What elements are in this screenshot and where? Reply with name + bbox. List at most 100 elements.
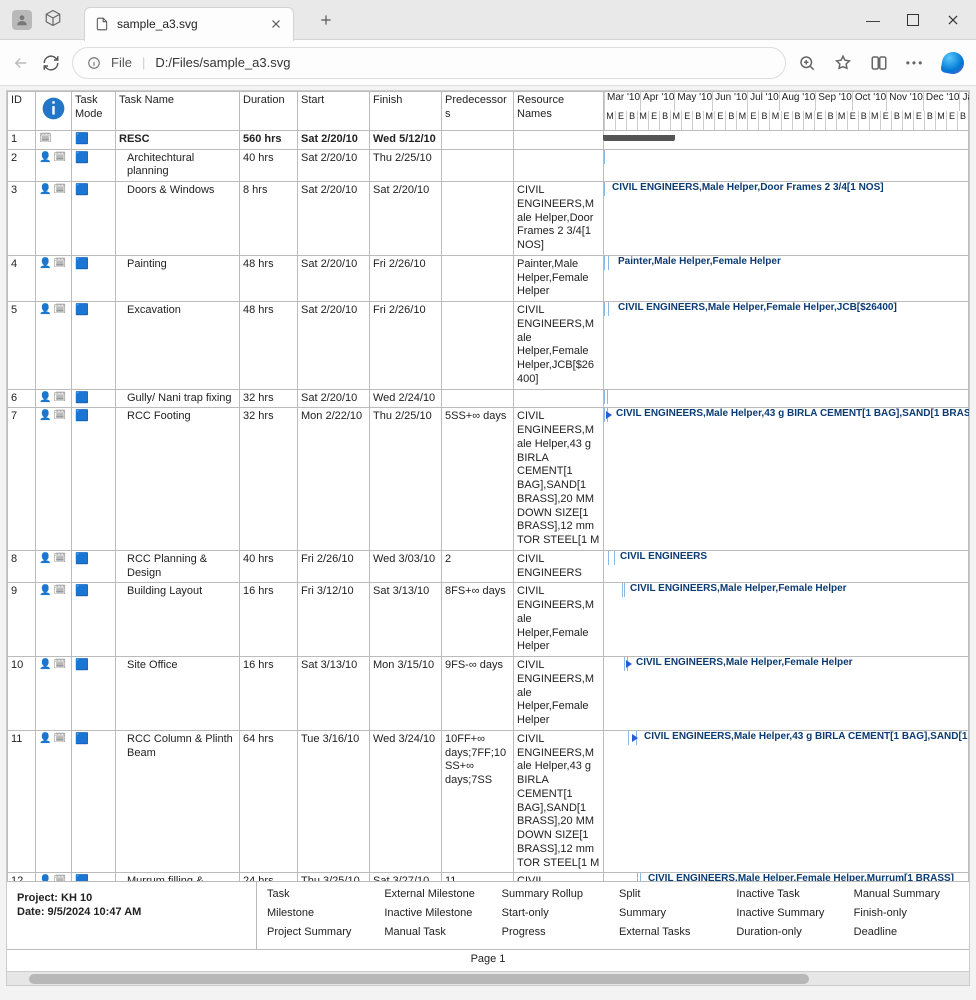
tab-close-icon[interactable] (269, 17, 283, 31)
timeline-subunit: E (747, 111, 758, 130)
table-row[interactable]: 5👤🗓🟦Excavation48 hrsSat 2/20/10Fri 2/26/… (8, 302, 969, 390)
page-number: Page 1 (7, 949, 969, 971)
cell-mode: 🟦 (72, 130, 116, 149)
table-row[interactable]: 12👤🗓🟦Murrum filling & Ramming24 hrsThu 3… (8, 873, 969, 881)
timeline-subunit: B (924, 111, 935, 130)
document-viewport: ID Task Mode Task Name Duration Start Fi… (6, 90, 970, 986)
cell-duration: 32 hrs (240, 408, 298, 551)
cell-gantt: CIVIL ENGINEERS,Male Helper,Female Helpe… (604, 873, 969, 881)
legend-item: Deadline (854, 926, 959, 943)
table-row[interactable]: 9👤🗓🟦Building Layout16 hrsFri 3/12/10Sat … (8, 583, 969, 657)
cell-start: Fri 2/26/10 (298, 550, 370, 583)
file-icon (95, 17, 109, 31)
window-close-button[interactable] (946, 13, 960, 27)
person-icon: 👤 (39, 553, 51, 566)
timeline-month: Oct '10 (852, 92, 886, 111)
table-row[interactable]: 8👤🗓🟦RCC Planning & Design40 hrsFri 2/26/… (8, 550, 969, 583)
table-row[interactable]: 7👤🗓🟦RCC Footing32 hrsMon 2/22/10Thu 2/25… (8, 408, 969, 551)
col-header-name[interactable]: Task Name (116, 92, 240, 131)
table-row[interactable]: 3👤🗓🟦Doors & Windows8 hrsSat 2/20/10Sat 2… (8, 182, 969, 256)
new-tab-button[interactable] (312, 6, 340, 34)
table-row[interactable]: 4👤🗓🟦Painting48 hrsSat 2/20/10Fri 2/26/10… (8, 255, 969, 301)
col-header-finish[interactable]: Finish (370, 92, 442, 131)
cell-finish: Fri 2/26/10 (370, 255, 442, 301)
timeline-subunit: B (659, 111, 670, 130)
legend-item: Manual Task (384, 926, 489, 943)
cell-id: 12 (8, 873, 36, 881)
col-header-indicators[interactable] (36, 92, 72, 131)
address-bar[interactable]: File | D:/Files/sample_a3.svg (72, 47, 786, 79)
table-row[interactable]: 11👤🗓🟦RCC Column & Plinth Beam64 hrsTue 3… (8, 730, 969, 873)
timeline-subunit: E (814, 111, 825, 130)
col-header-id[interactable]: ID (8, 92, 36, 131)
cell-finish: Wed 5/12/10 (370, 130, 442, 149)
timeline-month: Mar '10 (604, 92, 640, 111)
task-mode-icon: 🟦 (75, 733, 89, 745)
table-row[interactable]: 2👤🗓🟦Architechtural planning40 hrsSat 2/2… (8, 149, 969, 182)
cell-name: Building Layout (116, 583, 240, 657)
table-row[interactable]: 10👤🗓🟦Site Office16 hrsSat 3/13/10Mon 3/1… (8, 657, 969, 731)
zoom-icon[interactable] (798, 54, 816, 72)
gantt-line (614, 551, 615, 565)
gantt-line (622, 583, 623, 597)
legend-item: Inactive Task (736, 888, 841, 905)
window-minimize-button[interactable] (866, 13, 880, 27)
task-mode-icon: 🟦 (75, 304, 89, 316)
profile-icon[interactable] (12, 10, 32, 30)
table-row[interactable]: 6👤🗓🟦Gully/ Nani trap fixing32 hrsSat 2/2… (8, 389, 969, 408)
cell-indicator: 👤🗓 (36, 550, 72, 583)
favorite-icon[interactable] (834, 54, 852, 72)
timeline-subunit: M (935, 111, 946, 130)
table-row[interactable]: 1🗓🟦RESC560 hrsSat 2/20/10Wed 5/12/10 (8, 130, 969, 149)
window-maximize-button[interactable] (906, 13, 920, 27)
horizontal-scrollbar[interactable] (7, 971, 969, 985)
gantt-line (604, 302, 605, 316)
workspaces-icon[interactable] (44, 9, 62, 30)
gantt-label: CIVIL ENGINEERS,Male Helper,Female Helpe… (630, 583, 847, 596)
gantt-label: CIVIL ENGINEERS,Male Helper,43 g BIRLA C… (616, 408, 969, 421)
col-header-duration[interactable]: Duration (240, 92, 298, 131)
cell-finish: Fri 2/26/10 (370, 302, 442, 390)
timeline-subunit: E (913, 111, 924, 130)
scrollbar-thumb[interactable] (29, 974, 809, 984)
split-screen-icon[interactable] (870, 54, 888, 72)
col-header-pred[interactable]: Predecessors (442, 92, 514, 131)
cell-finish: Mon 3/15/10 (370, 657, 442, 731)
cell-resources: CIVIL ENGINEERS,Male Helper,43 g BIRLA C… (514, 408, 604, 551)
col-header-timeline[interactable]: Mar '10Apr '10May '10Jun '10Jul '10Aug '… (604, 92, 969, 131)
legend-item: Manual Summary (854, 888, 959, 905)
timeline-month: May '10 (674, 92, 712, 111)
timeline-month: Aug '10 (779, 92, 816, 111)
person-icon: 👤 (39, 184, 51, 197)
gantt-label: CIVIL ENGINEERS,Male Helper,Female Helpe… (648, 873, 954, 881)
nav-back-button[interactable] (12, 54, 30, 72)
cell-gantt (604, 389, 969, 408)
col-header-start[interactable]: Start (298, 92, 370, 131)
cell-indicator: 👤🗓 (36, 302, 72, 390)
task-name: Architechtural planning (119, 152, 236, 180)
task-mode-icon: 🟦 (75, 133, 89, 145)
col-header-mode[interactable]: Task Mode (72, 92, 116, 131)
cell-resources (514, 130, 604, 149)
nav-refresh-button[interactable] (42, 54, 60, 72)
copilot-icon[interactable] (940, 50, 965, 75)
cell-start: Mon 2/22/10 (298, 408, 370, 551)
cell-duration: 8 hrs (240, 182, 298, 256)
site-info-icon[interactable] (87, 56, 101, 70)
window-titlebar: sample_a3.svg (0, 0, 976, 40)
person-icon: 👤 (39, 258, 51, 271)
legend-item: Start-only (502, 907, 607, 924)
timeline-month: Nov '10 (886, 92, 923, 111)
cell-id: 2 (8, 149, 36, 182)
col-header-resources[interactable]: Resource Names (514, 92, 604, 131)
cell-mode: 🟦 (72, 408, 116, 551)
cell-finish: Sat 3/13/10 (370, 583, 442, 657)
cell-gantt: Painter,Male Helper,Female Helper (604, 255, 969, 301)
task-name: Gully/ Nani trap fixing (119, 392, 236, 406)
timeline-subunit: M (836, 111, 847, 130)
cell-start: Sat 2/20/10 (298, 302, 370, 390)
browser-tab[interactable]: sample_a3.svg (84, 7, 294, 41)
timeline-subunit: B (626, 111, 637, 130)
more-icon[interactable]: ••• (906, 54, 924, 72)
cell-predecessors: 2 (442, 550, 514, 583)
